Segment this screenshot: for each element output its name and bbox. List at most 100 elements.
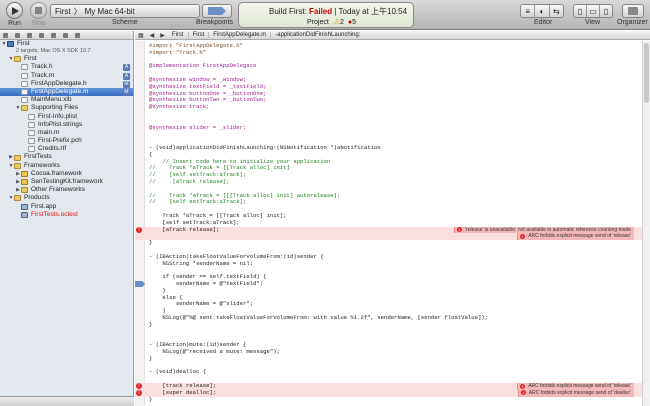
tree-item-label: Supporting Files	[31, 104, 78, 112]
organizer-button[interactable]	[622, 4, 644, 18]
tree-item[interactable]: FirstAppDelegate.h M	[0, 80, 133, 88]
back-arrow-icon[interactable]: ◀	[147, 32, 158, 39]
code-line[interactable]: }	[135, 355, 642, 363]
tree-item[interactable]: FirstTests.octest	[0, 211, 133, 219]
code-text: }	[149, 320, 153, 328]
code-line[interactable]: #import "Track.h"	[135, 49, 642, 57]
version-editor-icon[interactable]: ⇆	[550, 5, 563, 17]
utilities-toggle-icon[interactable]: ▯	[600, 5, 612, 17]
tree-item[interactable]: ▼ First	[0, 55, 133, 63]
tree-item[interactable]: MainMenu.xib	[0, 96, 133, 104]
assistant-editor-icon[interactable]: ◐	[535, 5, 550, 17]
organizer-icon	[628, 7, 638, 15]
error-message[interactable]: ARC forbids explicit message send of 'de…	[517, 389, 634, 397]
tree-item[interactable]: ▶ Other Frameworks	[0, 186, 133, 194]
code-line[interactable]: // [self setTrack:aTrack];	[135, 199, 642, 206]
standard-editor-icon[interactable]: ≡	[521, 5, 536, 17]
folder-file-icon	[21, 105, 28, 112]
scheme-selector[interactable]: First 〉 My Mac 64-bit	[50, 4, 200, 18]
project-nav-tab-icon[interactable]	[3, 32, 8, 38]
tree-item[interactable]: First-Prefix.pch	[0, 137, 133, 145]
jump-crumb-project[interactable]: First	[168, 32, 189, 38]
jump-crumb-group[interactable]: First	[189, 32, 210, 38]
editor-scrollbar[interactable]	[642, 41, 650, 406]
log-nav-tab-icon[interactable]	[75, 32, 80, 38]
tree-item[interactable]: Track.m A	[0, 72, 133, 80]
error-badge-icon[interactable]: !	[136, 390, 142, 397]
code-line[interactable]: - (void)dealloc {	[135, 369, 642, 376]
code-line[interactable]: NSString *senderName = nil;	[135, 259, 642, 268]
jump-crumb-file[interactable]: FirstAppDelegate.m	[209, 32, 272, 38]
tree-item[interactable]: First-Info.plist	[0, 113, 133, 121]
code-line[interactable]: @synthesize slider = _slider;	[135, 124, 642, 132]
symbol-nav-tab-icon[interactable]	[15, 32, 20, 38]
code-line[interactable]: @synthesize buttonTwo = _buttonTwo;	[135, 97, 642, 104]
tree-item[interactable]: ▶ SenTestingKit.framework	[0, 178, 133, 186]
tree-item[interactable]: FirstAppDelegate.m M	[0, 87, 133, 97]
code-line[interactable]: }	[135, 287, 642, 295]
error-badge-icon[interactable]: !	[136, 226, 142, 233]
tree-item[interactable]: ▼ Supporting Files	[0, 104, 133, 112]
code-text: NSString *senderName = nil;	[149, 259, 254, 267]
code-line[interactable]: }	[135, 396, 642, 404]
code-line[interactable]: #import "FirstAppDelegate.h"	[135, 42, 642, 50]
issue-counts[interactable]: Project ⚠2 ●5	[307, 18, 356, 26]
code-line[interactable]: }	[135, 239, 642, 247]
tree-item-label: FirstAppDelegate.m	[31, 87, 89, 95]
tree-item[interactable]: main.m	[0, 129, 133, 137]
code-text: // [self setTrack:aTrack];	[149, 198, 247, 206]
tree-item-label: Cocoa.framework	[31, 169, 82, 177]
debug-toggle-icon[interactable]: ▭	[587, 5, 600, 17]
code-line[interactable]: senderName = @"textField";	[135, 280, 642, 288]
m-file-icon	[28, 129, 35, 136]
error-message[interactable]: ARC forbids explicit message send of 're…	[517, 233, 634, 241]
tree-item[interactable]: First.app	[0, 203, 133, 211]
scheme-label: Scheme	[112, 19, 138, 26]
code-line[interactable]: senderName = @"slider";	[135, 301, 642, 308]
code-line[interactable]: }	[135, 320, 642, 329]
code-line[interactable]: NSLog(@"%@ sent takeFloatValueForVolumeF…	[135, 314, 642, 322]
code-line[interactable]: // [aTrack release];	[135, 178, 642, 186]
project-name: First	[17, 40, 30, 47]
code-line[interactable]: @implementation FirstAppDelegate	[135, 63, 642, 70]
tree-item[interactable]: ▶ FirstTests	[0, 153, 133, 161]
view-segmented[interactable]: ▯ ▭ ▯	[573, 4, 613, 18]
tree-item[interactable]: InfoPlist.strings	[0, 121, 133, 129]
breakpoint-marker-icon[interactable]	[135, 281, 145, 287]
breakpoints-button[interactable]	[202, 4, 232, 18]
stop-button[interactable]: Stop	[30, 2, 47, 27]
breakpoint-nav-tab-icon[interactable]	[63, 32, 68, 38]
search-nav-tab-icon[interactable]	[27, 32, 32, 38]
tree-item[interactable]: Credits.rtf	[0, 145, 133, 153]
tree-item[interactable]: Track.h A	[0, 63, 133, 72]
code-line[interactable]: NSLog(@"received a mute: message");	[135, 348, 642, 356]
related-items-icon[interactable]: ▦	[135, 32, 147, 39]
error-badge-icon[interactable]: !	[136, 383, 142, 390]
scroll-thumb[interactable]	[644, 43, 649, 103]
activity-prefix: Build First:	[269, 7, 310, 16]
issue-nav-tab-icon[interactable]	[39, 32, 44, 38]
navigator-toggle-icon[interactable]: ▯	[574, 5, 587, 17]
code-line-error[interactable]: ! [aTrack release]; 'release' is unavaila…	[135, 226, 642, 234]
project-root[interactable]: ▼ First	[0, 40, 133, 48]
error-message[interactable]: ARC forbids explicit message send of 're…	[517, 383, 634, 390]
editor-segmented[interactable]: ≡ ◐ ⇆	[520, 4, 564, 18]
tree-item[interactable]: ▶ Cocoa.framework	[0, 170, 133, 178]
code-text: senderName = @"textField";	[149, 280, 264, 287]
run-button[interactable]: Run	[6, 2, 23, 27]
debug-nav-tab-icon[interactable]	[51, 32, 56, 38]
jump-crumb-method[interactable]: -applicationDidFinishLaunching:	[271, 32, 364, 38]
forward-arrow-icon[interactable]: ▶	[157, 32, 168, 39]
code-line[interactable]: - (void)applicationDidFinishLaunching:(N…	[135, 144, 642, 152]
tree-item-label: Products	[24, 194, 50, 202]
source-editor[interactable]: #import "FirstAppDelegate.h" #import "Tra…	[135, 41, 642, 406]
tree-item[interactable]: ▼ Products	[0, 194, 133, 202]
stop-label: Stop	[31, 20, 46, 27]
code-line[interactable]: @synthesize track;	[135, 103, 642, 111]
code-line-error[interactable]: ! [super dealloc]; ARC forbids explicit m…	[135, 389, 642, 397]
error-message[interactable]: 'release' is unavailable: not available …	[454, 226, 634, 234]
fw-file-icon	[21, 179, 28, 186]
tree-item[interactable]: ▼ Frameworks	[0, 162, 133, 170]
tree-item-label: InfoPlist.strings	[38, 120, 83, 128]
h-file-icon	[21, 64, 28, 71]
